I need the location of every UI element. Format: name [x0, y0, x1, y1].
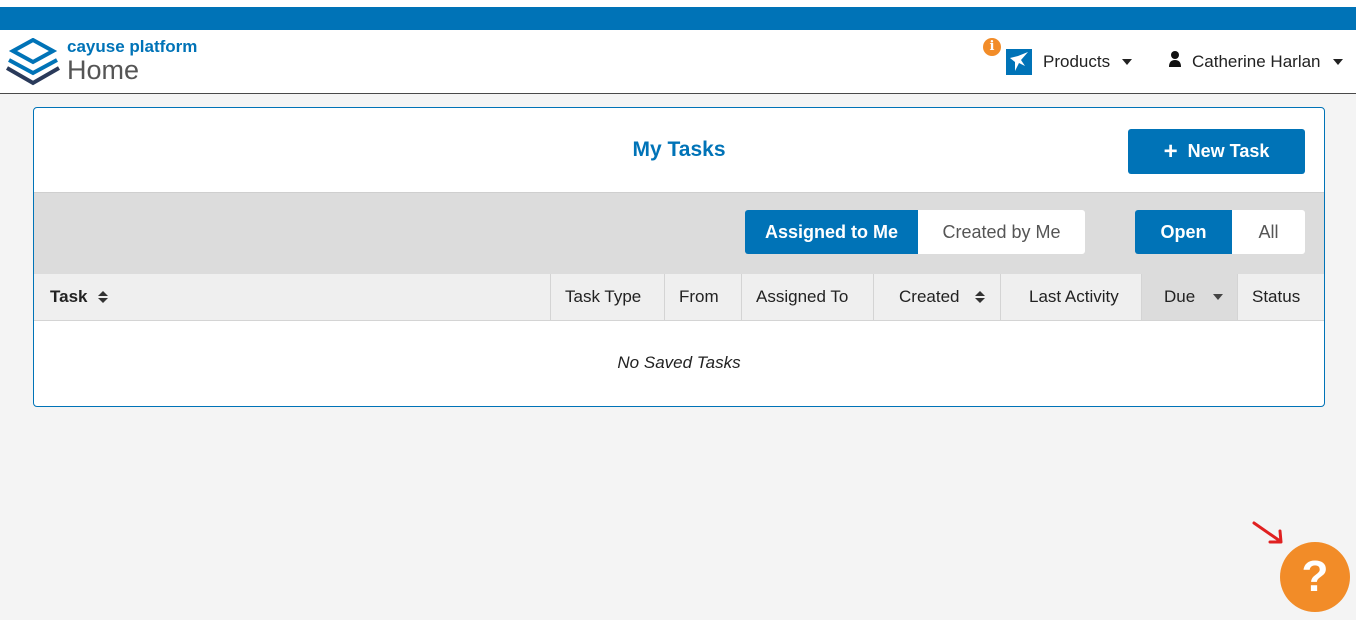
table-header: Task Task Type From Assigned To Created … — [34, 274, 1324, 321]
info-icon[interactable]: i — [983, 38, 1001, 56]
column-assigned-to[interactable]: Assigned To — [742, 274, 874, 320]
assignment-filter-group: Assigned to Me Created by Me — [745, 210, 1085, 254]
red-arrow-icon — [1252, 521, 1283, 544]
page-title: Home — [67, 55, 140, 85]
plus-icon: + — [1163, 137, 1178, 165]
user-menu[interactable]: Catherine Harlan — [1192, 52, 1321, 72]
top-bar — [0, 7, 1356, 30]
new-task-label: New Task — [1187, 141, 1270, 161]
column-status[interactable]: Status — [1238, 274, 1324, 320]
created-by-me-button[interactable]: Created by Me — [918, 210, 1085, 254]
filter-bar: Assigned to Me Created by Me Open All — [34, 192, 1324, 275]
column-last-activity[interactable]: Last Activity — [1001, 274, 1142, 320]
column-label: Last Activity — [1029, 287, 1119, 306]
sort-icon[interactable] — [975, 291, 986, 303]
column-task-type[interactable]: Task Type — [551, 274, 665, 320]
sort-down-icon[interactable] — [1213, 294, 1224, 300]
empty-state-message: No Saved Tasks — [617, 353, 741, 372]
column-label: Status — [1252, 287, 1301, 306]
chevron-down-icon[interactable] — [1333, 59, 1343, 65]
products-app-icon[interactable] — [1006, 49, 1032, 75]
top-strip — [0, 0, 1356, 7]
chevron-down-icon[interactable] — [1122, 59, 1132, 65]
help-icon[interactable]: ? — [1280, 542, 1350, 612]
cayuse-logo-icon[interactable] — [5, 38, 61, 86]
app-header: cayuse platform Home i Products Catherin… — [0, 30, 1356, 94]
status-filter-group: Open All — [1135, 210, 1305, 254]
column-label: Task — [50, 287, 88, 306]
brand-name[interactable]: cayuse platform — [67, 37, 197, 57]
column-label: Created — [899, 287, 960, 306]
column-label: Task Type — [565, 287, 642, 306]
column-created[interactable]: Created — [874, 274, 1001, 320]
assigned-to-me-button[interactable]: Assigned to Me — [745, 210, 918, 254]
all-filter-button[interactable]: All — [1232, 210, 1305, 254]
column-label: From — [679, 287, 719, 306]
column-label: Assigned To — [756, 287, 849, 306]
sort-icon[interactable] — [97, 291, 108, 303]
open-filter-button[interactable]: Open — [1135, 210, 1232, 254]
new-task-button[interactable]: + New Task — [1128, 129, 1305, 174]
my-tasks-card: My Tasks + New Task Assigned to Me Creat… — [33, 107, 1325, 407]
column-task[interactable]: Task — [34, 274, 551, 320]
user-icon — [1169, 51, 1181, 67]
column-due[interactable]: Due — [1142, 274, 1238, 320]
column-from[interactable]: From — [665, 274, 742, 320]
products-menu[interactable]: Products — [1043, 52, 1110, 72]
column-label: Due — [1164, 287, 1196, 306]
